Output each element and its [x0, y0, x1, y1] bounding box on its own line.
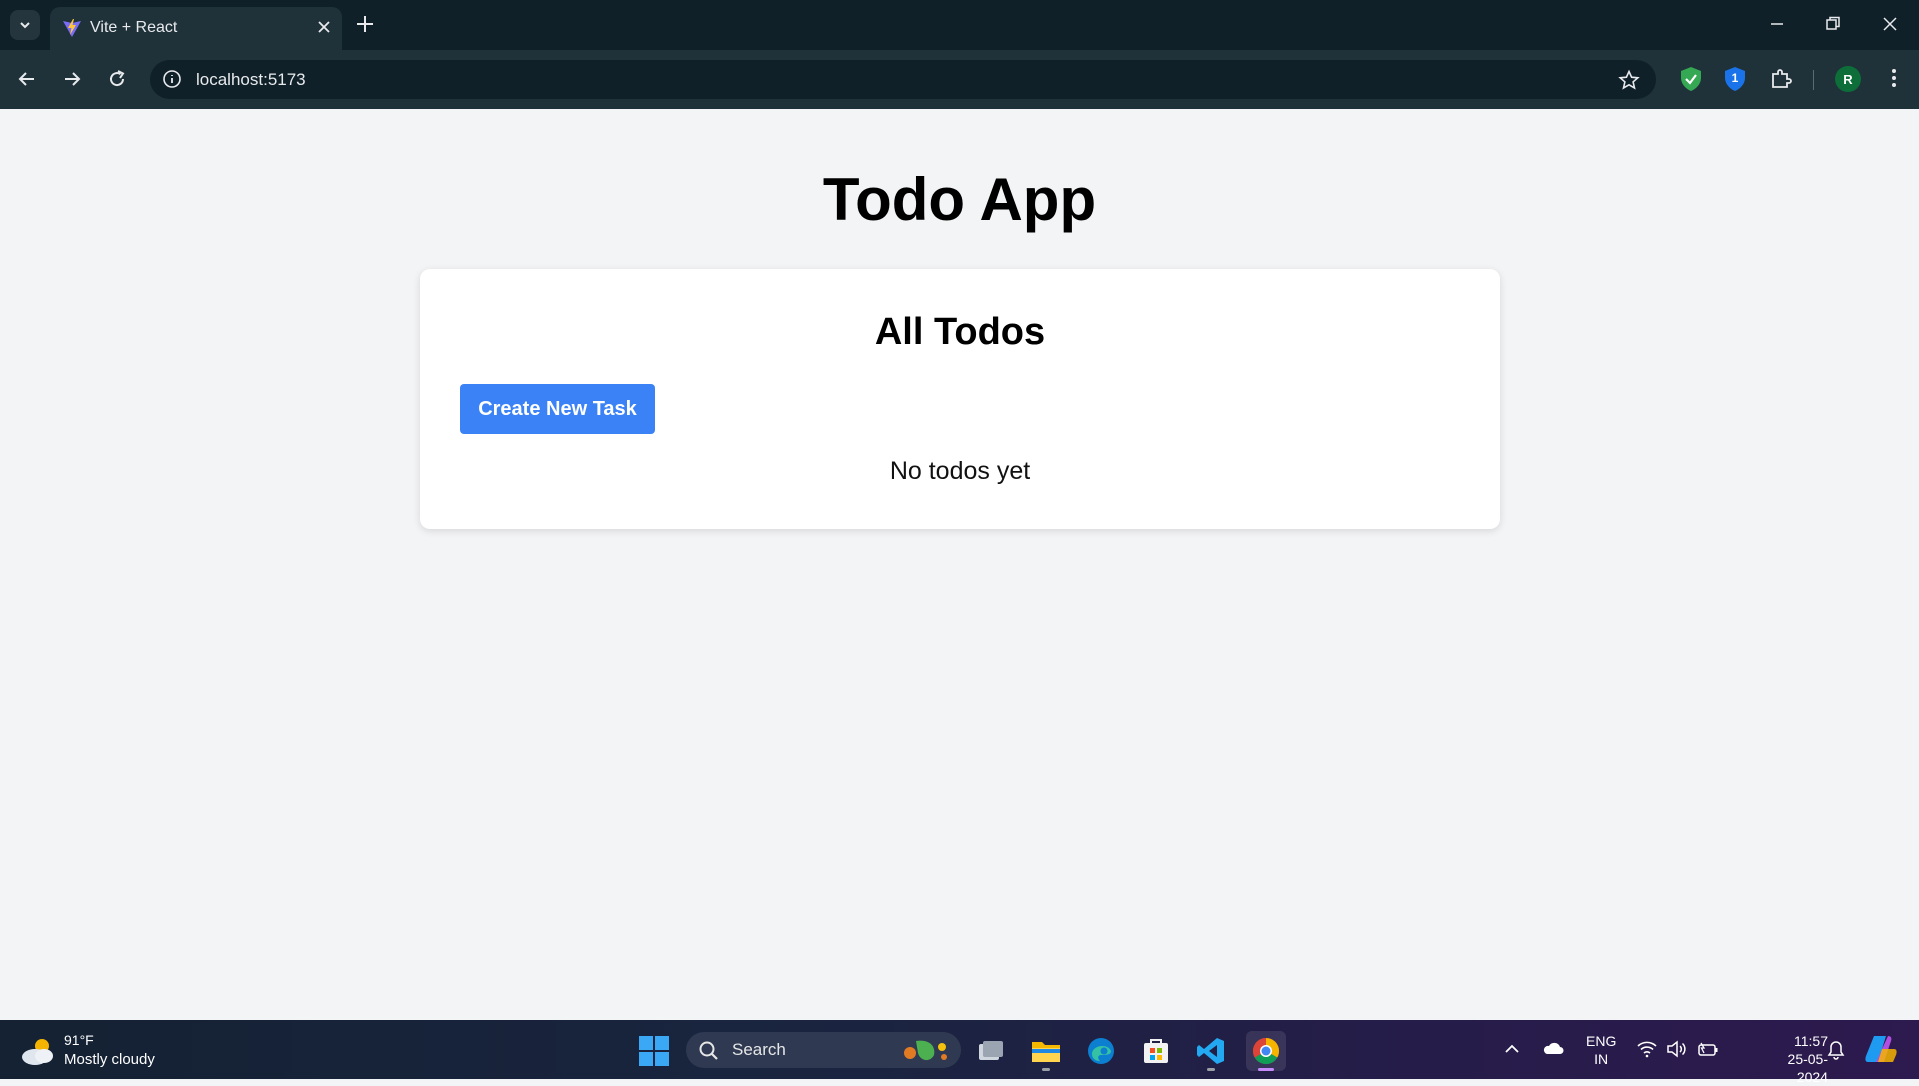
folder-icon — [1032, 1042, 1060, 1062]
empty-state-message: No todos yet — [889, 457, 1031, 485]
taskbar-file-explorer[interactable] — [1026, 1031, 1066, 1071]
search-icon — [699, 1041, 718, 1060]
bookmark-star-icon[interactable] — [1618, 69, 1640, 91]
taskbar-task-view[interactable] — [971, 1031, 1011, 1071]
microsoft-store-icon — [1144, 1039, 1168, 1063]
card-title: All Todos — [874, 311, 1046, 353]
close-window-icon[interactable] — [1880, 14, 1900, 34]
browser-tab[interactable]: Vite + React — [50, 7, 342, 50]
windows-taskbar: 91°F Mostly cloudy Search ENG IN 11:57 2… — [0, 1020, 1919, 1085]
restore-icon[interactable] — [1823, 14, 1843, 34]
taskbar-store[interactable] — [1136, 1031, 1176, 1071]
taskbar-vscode[interactable] — [1191, 1031, 1231, 1071]
taskbar-chrome[interactable] — [1246, 1031, 1286, 1071]
profile-avatar[interactable]: R — [1835, 66, 1861, 92]
task-view-icon — [979, 1041, 1003, 1060]
vite-favicon-icon — [63, 19, 81, 37]
weather-temperature: 91°F — [64, 1032, 94, 1048]
address-bar[interactable]: localhost:5173 — [150, 60, 1656, 99]
password-manager-extension[interactable]: 1 — [1723, 66, 1747, 92]
todos-card: All Todos Create New Task No todos yet — [420, 269, 1500, 529]
weather-condition: Mostly cloudy — [64, 1051, 155, 1068]
site-info-icon[interactable] — [162, 69, 182, 89]
close-tab-icon[interactable] — [314, 17, 334, 37]
chevron-down-icon — [20, 22, 30, 29]
language-line2: IN — [1594, 1051, 1609, 1067]
reload-icon[interactable] — [105, 67, 129, 91]
wifi-icon[interactable] — [1636, 1040, 1658, 1058]
browser-toolbar: localhost:5173 1 R — [0, 50, 1919, 109]
page-title: Todo App — [822, 166, 1097, 233]
copilot-icon[interactable] — [1864, 1033, 1898, 1065]
browser-menu-icon[interactable] — [1884, 66, 1904, 90]
toolbar-divider — [1813, 70, 1814, 90]
vscode-icon — [1197, 1038, 1224, 1064]
clock-time: 11:57 — [1794, 1033, 1828, 1049]
clock-date: 25-05-2024 — [1787, 1051, 1828, 1085]
show-hidden-icons-chevron-icon[interactable] — [1503, 1040, 1521, 1058]
taskbar-search-box[interactable]: Search — [686, 1032, 961, 1068]
minimize-icon[interactable] — [1767, 14, 1787, 34]
browser-tab-strip: Vite + React — [0, 0, 1919, 50]
volume-icon[interactable] — [1666, 1040, 1688, 1058]
tab-search-button[interactable] — [10, 10, 40, 40]
forward-icon[interactable] — [60, 67, 84, 91]
create-new-task-button[interactable]: Create New Task — [460, 384, 655, 434]
extensions-puzzle-icon[interactable] — [1769, 66, 1793, 90]
taskbar-edge[interactable] — [1081, 1031, 1121, 1071]
new-tab-icon[interactable] — [354, 13, 376, 35]
edge-browser-icon — [1088, 1038, 1114, 1064]
back-icon[interactable] — [15, 67, 39, 91]
running-indicator — [1042, 1068, 1050, 1071]
language-line1: ENG — [1586, 1033, 1617, 1049]
tab-title: Vite + React — [90, 19, 178, 36]
onedrive-cloud-icon[interactable] — [1542, 1040, 1564, 1056]
url-text[interactable]: localhost:5173 — [196, 70, 306, 90]
language-indicator[interactable]: ENG IN — [1586, 1032, 1616, 1068]
running-indicator — [1207, 1068, 1215, 1071]
system-clock[interactable]: 11:57 25-05-2024 — [1760, 1032, 1828, 1086]
chrome-browser-icon — [1252, 1037, 1280, 1065]
shield-check-extension-icon[interactable] — [1679, 66, 1703, 92]
battery-charging-icon[interactable] — [1697, 1040, 1719, 1058]
search-highlight-icon — [904, 1040, 947, 1061]
active-indicator — [1258, 1068, 1274, 1071]
notification-bell-icon[interactable] — [1826, 1040, 1846, 1060]
windows-start-icon[interactable] — [639, 1036, 669, 1066]
extension-badge-count: 1 — [1731, 71, 1739, 85]
partly-cloudy-icon — [22, 1039, 53, 1065]
search-label: Search — [732, 1040, 786, 1059]
